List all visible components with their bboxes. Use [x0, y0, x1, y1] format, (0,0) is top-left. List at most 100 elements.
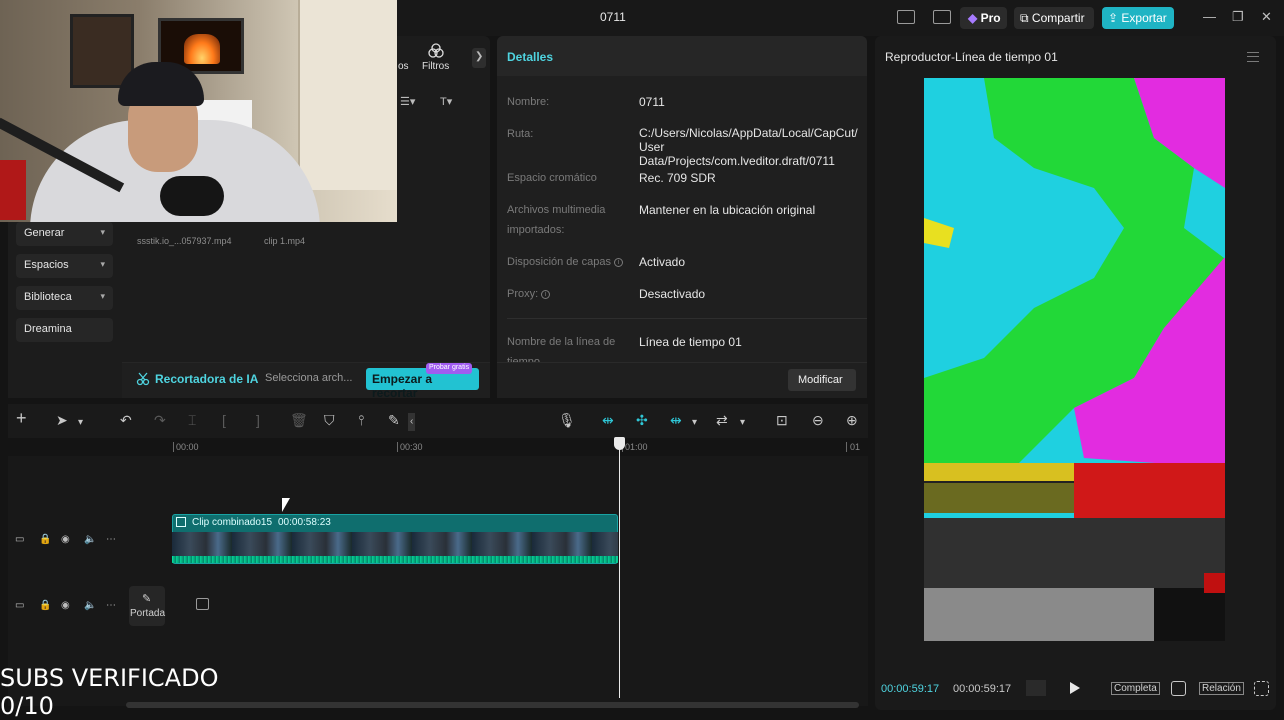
subs-overlay: SUBS VERIFICADO 0/10: [0, 664, 218, 720]
split-icon[interactable]: ⌶: [188, 413, 196, 427]
pro-button[interactable]: ◆ Pro: [960, 7, 1007, 29]
tab-partial-label[interactable]: os: [398, 61, 409, 72]
detail-value: Mantener en la ubicación original: [639, 203, 816, 217]
chevron-down-icon[interactable]: ▾: [78, 416, 83, 430]
info-icon[interactable]: i: [541, 289, 551, 299]
share-button[interactable]: ⧉ Compartir: [1014, 7, 1094, 29]
full-quality-button[interactable]: Completa: [1111, 682, 1160, 695]
redo-icon[interactable]: ↷: [154, 413, 166, 427]
freeze-icon[interactable]: ⫯: [358, 413, 364, 427]
share-label: Compartir: [1031, 11, 1085, 25]
filters-icon[interactable]: [428, 43, 444, 59]
more-icon[interactable]: ⋯: [106, 534, 116, 545]
timeline-scrollbar[interactable]: [126, 702, 859, 708]
detail-value: Desactivado: [639, 287, 706, 301]
maximize-icon[interactable]: ❐: [1232, 9, 1244, 25]
undo-icon[interactable]: ↶: [120, 413, 132, 427]
sidebar-item-generar[interactable]: Generar ▾: [16, 222, 113, 246]
speaker-icon[interactable]: 🔈: [84, 534, 96, 545]
lock-icon[interactable]: 🔒: [39, 600, 51, 611]
delete-icon[interactable]: 🗑: [290, 413, 308, 427]
track-toggle-icon[interactable]: ▭: [15, 600, 24, 611]
scissors-icon: [136, 372, 150, 386]
detail-key: Disposición de capas: [507, 256, 611, 268]
minimize-icon[interactable]: —: [1203, 9, 1216, 24]
chevron-down-icon: ▾: [100, 291, 105, 301]
split-right-icon[interactable]: ]: [256, 413, 260, 427]
sort-icon[interactable]: ☰▾: [400, 95, 415, 108]
keyboard-icon[interactable]: [933, 10, 951, 24]
clip-waveform: [172, 556, 618, 563]
pencil-icon: ✎: [142, 593, 152, 605]
playhead-handle[interactable]: [614, 437, 625, 450]
detail-value: Activado: [639, 255, 686, 269]
grid-icon[interactable]: [1026, 680, 1046, 696]
track-toggle-icon[interactable]: ▭: [15, 534, 24, 545]
fit-icon[interactable]: ⊡: [776, 413, 788, 427]
fullscreen-icon[interactable]: [1254, 681, 1269, 696]
detail-key: Ruta:: [507, 128, 534, 140]
link-clips-icon[interactable]: ⇹: [602, 413, 614, 427]
webcam-microphone: [160, 176, 224, 216]
video-preview[interactable]: [924, 78, 1225, 641]
microphone-icon[interactable]: 🎙: [558, 413, 576, 427]
sidebar-item-espacios[interactable]: Espacios ▾: [16, 254, 113, 278]
eye-icon[interactable]: ◉: [61, 534, 70, 545]
sidebar-item-label: Generar: [24, 227, 65, 239]
chevron-right-icon[interactable]: ❯: [472, 48, 486, 68]
export-button[interactable]: ⇪ Exportar: [1102, 7, 1174, 29]
focus-icon[interactable]: [1171, 681, 1186, 696]
select-file-label[interactable]: Selecciona arch...: [265, 372, 352, 384]
subs-overlay-line1: SUBS VERIFICADO: [0, 664, 219, 692]
close-icon[interactable]: ✕: [1261, 9, 1272, 25]
total-timecode: 00:00:59:17: [953, 683, 1012, 695]
align-icon[interactable]: ⇄: [716, 413, 728, 427]
pointer-icon[interactable]: ➤: [56, 413, 68, 427]
collapse-icon[interactable]: ‹: [408, 413, 416, 431]
chevron-down-icon[interactable]: ▾: [740, 416, 745, 430]
chevron-down-icon[interactable]: ▾: [692, 416, 697, 430]
sidebar-item-biblioteca[interactable]: Biblioteca ▾: [16, 286, 113, 310]
zoom-in-icon[interactable]: ⊕: [846, 413, 858, 427]
magnet-icon[interactable]: ✣: [636, 413, 648, 427]
ratio-button[interactable]: Relación: [1199, 682, 1244, 695]
more-icon[interactable]: ⋯: [106, 600, 116, 611]
webcam-door: [298, 0, 397, 190]
ai-cutter-label: Recortadora de IA: [155, 372, 259, 386]
media-file-name[interactable]: ssstik.io_...057937.mp4: [137, 236, 232, 246]
timeline-ruler[interactable]: [124, 438, 868, 456]
detail-key: Espacio cromático: [507, 172, 597, 184]
text-filter-icon[interactable]: T▾: [440, 95, 452, 108]
split-left-icon[interactable]: [: [222, 413, 226, 427]
sidebar-item-label: Dreamina: [24, 323, 72, 335]
window-title: 0711: [600, 10, 626, 24]
detail-key-proxy: Proxy: i: [507, 284, 632, 304]
sidebar-item-dreamina[interactable]: Dreamina: [16, 318, 113, 342]
sidebar-item-label: Biblioteca: [24, 291, 72, 303]
play-icon[interactable]: [1070, 682, 1080, 694]
playhead-line[interactable]: [619, 440, 620, 698]
preview-axis-icon[interactable]: ⇹: [670, 413, 682, 427]
add-icon[interactable]: +: [16, 409, 27, 427]
detail-key: Nombre de la línea de tiempo: [507, 336, 616, 362]
shield-icon[interactable]: ⛉: [324, 413, 335, 427]
speaker-icon[interactable]: 🔈: [84, 600, 96, 611]
tick-mark: [173, 442, 174, 452]
sidebar-item-label: Espacios: [24, 259, 69, 271]
lock-icon[interactable]: 🔒: [39, 534, 51, 545]
track-area[interactable]: [124, 456, 868, 706]
tick-label: 00:00: [176, 442, 199, 452]
export-label: Exportar: [1121, 11, 1167, 25]
webcam-overlay: [0, 0, 397, 222]
detail-key-layers: Disposición de capas i: [507, 252, 632, 272]
info-icon[interactable]: i: [613, 257, 623, 267]
eye-icon[interactable]: ◉: [61, 600, 70, 611]
layout-icon[interactable]: [897, 10, 915, 24]
media-file-name[interactable]: clip 1.mp4: [264, 236, 305, 246]
detail-value: Rec. 709 SDR: [639, 171, 716, 185]
magic-icon[interactable]: ✎: [388, 413, 400, 427]
modify-button[interactable]: Modificar: [788, 369, 856, 391]
zoom-out-icon[interactable]: ⊖: [812, 413, 824, 427]
tab-filters[interactable]: Filtros: [422, 61, 449, 72]
menu-icon[interactable]: [1247, 52, 1259, 62]
